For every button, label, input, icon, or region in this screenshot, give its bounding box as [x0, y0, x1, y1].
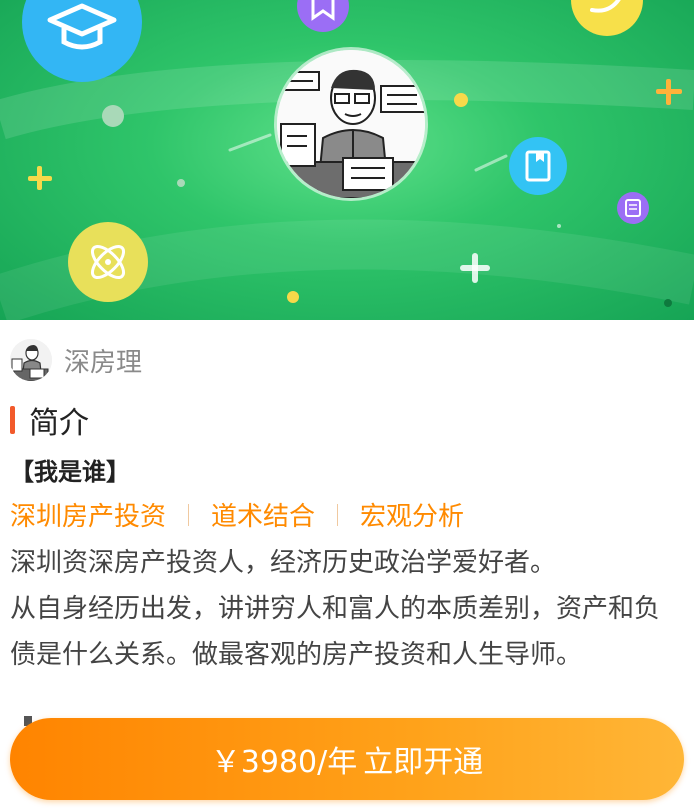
section-title: 简介 — [29, 406, 89, 441]
hero-banner — [0, 0, 694, 320]
tag-divider — [337, 503, 339, 526]
leaf-icon — [571, 0, 643, 36]
tag-item: 宏观分析 — [360, 502, 465, 532]
subscribe-button[interactable]: ￥3980/年 立即开通 — [10, 718, 684, 800]
tag-item: 道术结合 — [211, 502, 316, 532]
section-accent-bar — [10, 406, 15, 434]
intro-line: 深圳资深房产投资人，经济历史政治学爱好者。 — [10, 548, 557, 578]
author-row[interactable]: 深房理 — [10, 339, 142, 381]
avatar-icon — [10, 339, 52, 381]
atom-icon — [68, 222, 148, 302]
subscribe-label: 立即开通 — [363, 745, 484, 780]
who-am-i-heading: 【我是谁】 — [10, 458, 130, 486]
cartoon-author-avatar — [277, 50, 425, 198]
intro-line: 债是什么关系。做最客观的房产投资和人生导师。 — [10, 640, 583, 670]
author-avatar-large — [277, 50, 425, 198]
tag-divider — [188, 503, 190, 526]
graduation-cap-icon — [22, 0, 142, 82]
author-avatar[interactable] — [10, 339, 52, 381]
book-icon — [509, 137, 567, 195]
author-name[interactable]: 深房理 — [64, 342, 142, 379]
intro-line: 从自身经历出发，讲讲穷人和富人的本质差别，资产和负 — [10, 594, 661, 624]
tag-item: 深圳房产投资 — [10, 502, 167, 532]
bookmark-icon — [297, 0, 349, 32]
section-header: 简介 — [10, 400, 89, 441]
plus-icon — [28, 166, 52, 190]
document-icon — [617, 192, 649, 224]
tag-list: 深圳房产投资 道术结合 宏观分析 — [10, 496, 464, 533]
intro-description: 深圳资深房产投资人，经济历史政治学爱好者。 从自身经历出发，讲讲穷人和富人的本质… — [10, 540, 686, 678]
price-label: ￥3980/年 — [210, 745, 358, 780]
